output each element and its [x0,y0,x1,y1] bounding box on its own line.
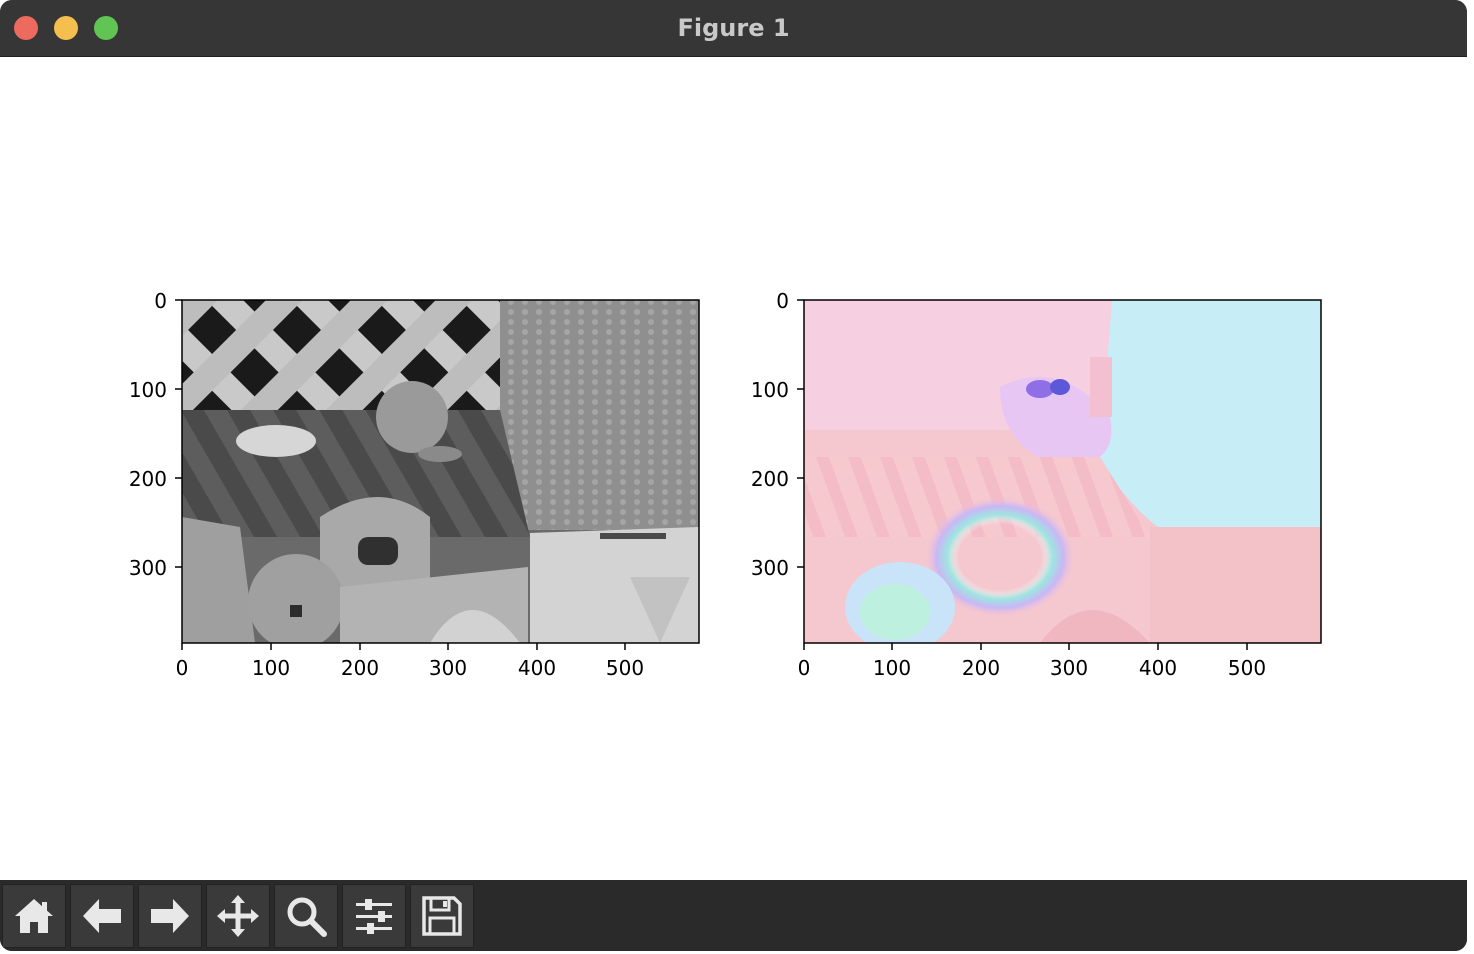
right-ytick-label: 200 [751,467,789,491]
left-ytick-label: 100 [129,378,167,402]
magnifier-icon [287,897,327,937]
configure-subplots-button[interactable] [342,884,406,948]
right-ytick-label: 0 [776,289,789,313]
forward-button[interactable] [138,884,202,948]
arrow-right-icon [151,899,189,933]
flow-image [804,300,1321,643]
right-x-ticks: 0 100 200 300 400 500 [798,643,1266,680]
right-ytick-label: 300 [751,556,789,580]
left-xtick-label: 0 [176,656,189,680]
right-axes[interactable]: 0 100 200 300 0 100 200 300 400 500 [751,289,1322,680]
arrow-left-icon [83,899,121,933]
zoom-button[interactable] [274,884,338,948]
left-ytick-label: 0 [154,289,167,313]
left-axes[interactable]: 0 100 200 300 0 100 200 300 400 500 [129,289,700,680]
right-xtick-label: 200 [962,656,1000,680]
home-icon [15,899,53,933]
grayscale-image [182,300,699,643]
left-x-ticks: 0 100 200 300 400 500 [176,643,644,680]
left-xtick-label: 100 [252,656,290,680]
back-button[interactable] [70,884,134,948]
right-ytick-label: 100 [751,378,789,402]
left-xtick-label: 400 [518,656,556,680]
right-xtick-label: 0 [798,656,811,680]
pan-button[interactable] [206,884,270,948]
right-y-ticks: 0 100 200 300 [751,289,804,580]
left-y-ticks: 0 100 200 300 [129,289,182,580]
home-button[interactable] [2,884,66,948]
sliders-icon [356,899,392,934]
right-xtick-label: 400 [1139,656,1177,680]
right-xtick-label: 500 [1228,656,1266,680]
window-title: Figure 1 [677,14,790,42]
figure-window: Figure 1 0 100 200 300 0 100 200 300 400… [0,0,1467,951]
title-bar[interactable]: Figure 1 [0,0,1467,57]
right-xtick-label: 300 [1050,656,1088,680]
save-button[interactable] [410,884,474,948]
right-xtick-label: 100 [873,656,911,680]
left-xtick-label: 500 [606,656,644,680]
left-ytick-label: 200 [129,467,167,491]
left-xtick-label: 200 [341,656,379,680]
move-icon [217,895,259,937]
navigation-toolbar [0,880,1467,951]
figure-canvas[interactable]: 0 100 200 300 0 100 200 300 400 500 0 10… [0,57,1467,880]
left-xtick-label: 300 [429,656,467,680]
floppy-disk-icon [422,896,462,936]
left-ytick-label: 300 [129,556,167,580]
